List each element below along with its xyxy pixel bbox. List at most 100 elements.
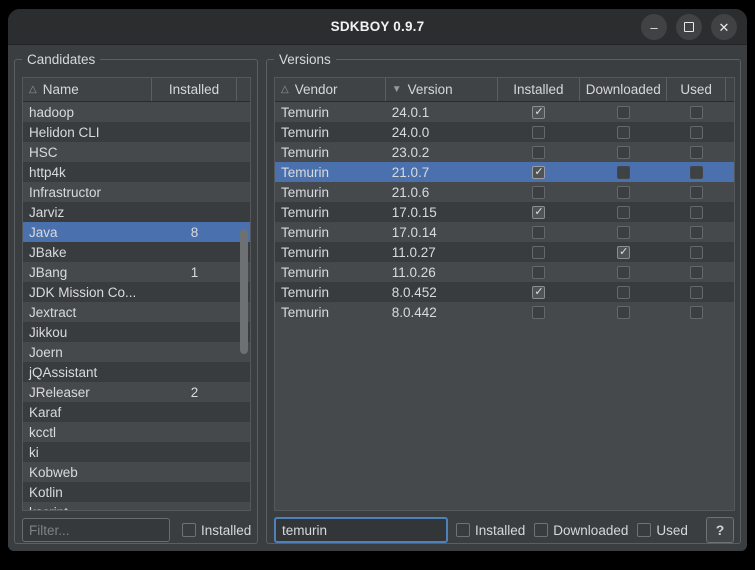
vertical-scrollbar-thumb[interactable] — [240, 229, 248, 354]
table-row[interactable]: JBake — [23, 242, 250, 262]
downloaded-checkbox[interactable] — [617, 186, 630, 199]
column-header-version[interactable]: ▼ Version — [386, 78, 498, 101]
table-row[interactable]: jQAssistant — [23, 362, 250, 382]
help-button[interactable]: ? — [706, 517, 734, 543]
installed-cell — [498, 266, 581, 279]
main-content: Candidates △ Name Installed hadoopHelido… — [8, 45, 747, 551]
used-checkbox[interactable] — [690, 206, 703, 219]
version-number: 8.0.442 — [386, 305, 498, 320]
table-row[interactable]: Infrastructor — [23, 182, 250, 202]
version-vendor: Temurin — [275, 305, 386, 320]
table-row[interactable]: Kotlin — [23, 482, 250, 502]
table-row[interactable]: Temurin21.0.6 — [275, 182, 734, 202]
versions-used-checkbox[interactable] — [637, 523, 651, 537]
candidates-table-body: hadoopHelidon CLIHSChttp4kInfrastructorJ… — [23, 102, 250, 510]
used-checkbox[interactable] — [690, 226, 703, 239]
versions-search-input[interactable] — [274, 517, 448, 543]
installed-checkbox[interactable] — [532, 126, 545, 139]
used-cell — [667, 166, 726, 179]
candidates-filter-input[interactable] — [22, 518, 170, 542]
installed-checkbox[interactable]: ✓ — [532, 206, 545, 219]
column-header-installed[interactable]: Installed — [498, 78, 581, 101]
downloaded-checkbox[interactable] — [617, 146, 630, 159]
version-number: 8.0.452 — [386, 285, 498, 300]
downloaded-checkbox[interactable] — [617, 226, 630, 239]
table-row[interactable]: Temurin23.0.2 — [275, 142, 734, 162]
table-row[interactable]: JReleaser2 — [23, 382, 250, 402]
minimize-button[interactable]: – — [641, 14, 667, 40]
candidate-name: hadoop — [23, 105, 152, 120]
table-row[interactable]: hadoop — [23, 102, 250, 122]
downloaded-checkbox[interactable] — [617, 266, 630, 279]
downloaded-cell — [580, 226, 667, 239]
downloaded-checkbox[interactable] — [617, 126, 630, 139]
downloaded-checkbox[interactable] — [617, 106, 630, 119]
maximize-button[interactable] — [676, 14, 702, 40]
table-row[interactable]: Temurin24.0.0 — [275, 122, 734, 142]
version-number: 17.0.15 — [386, 205, 498, 220]
table-row[interactable]: Jextract — [23, 302, 250, 322]
table-row[interactable]: Temurin8.0.452✓ — [275, 282, 734, 302]
column-header-downloaded[interactable]: Downloaded — [580, 78, 667, 101]
table-row[interactable]: Jarviz — [23, 202, 250, 222]
table-row[interactable]: Temurin24.0.1✓ — [275, 102, 734, 122]
column-header-used[interactable]: Used — [667, 78, 726, 101]
table-row[interactable]: Java8 — [23, 222, 250, 242]
versions-downloaded-checkbox[interactable] — [534, 523, 548, 537]
table-row[interactable]: Jikkou — [23, 322, 250, 342]
used-checkbox[interactable] — [690, 186, 703, 199]
installed-checkbox[interactable] — [532, 266, 545, 279]
app-window: SDKBOY 0.9.7 – ✕ Candidates △ Name — [8, 9, 747, 551]
titlebar[interactable]: SDKBOY 0.9.7 – ✕ — [8, 9, 747, 45]
used-cell — [667, 186, 726, 199]
table-row[interactable]: HSC — [23, 142, 250, 162]
installed-checkbox[interactable] — [532, 306, 545, 319]
column-header-gutter — [726, 78, 734, 101]
table-row[interactable]: Kobweb — [23, 462, 250, 482]
table-row[interactable]: Temurin17.0.14 — [275, 222, 734, 242]
installed-checkbox[interactable] — [532, 246, 545, 259]
table-row[interactable]: Temurin11.0.27✓ — [275, 242, 734, 262]
installed-checkbox[interactable]: ✓ — [532, 286, 545, 299]
close-button[interactable]: ✕ — [711, 14, 737, 40]
downloaded-checkbox[interactable] — [617, 286, 630, 299]
used-checkbox[interactable] — [690, 146, 703, 159]
column-header-vendor[interactable]: △ Vendor — [275, 78, 386, 101]
installed-checkbox[interactable]: ✓ — [532, 166, 545, 179]
table-row[interactable]: Temurin11.0.26 — [275, 262, 734, 282]
table-row[interactable]: JDK Mission Co... — [23, 282, 250, 302]
installed-checkbox[interactable] — [532, 186, 545, 199]
installed-checkbox[interactable]: ✓ — [532, 106, 545, 119]
used-checkbox[interactable] — [690, 266, 703, 279]
table-row[interactable]: Karaf — [23, 402, 250, 422]
version-number: 24.0.1 — [386, 105, 498, 120]
column-header-installed[interactable]: Installed — [152, 78, 237, 101]
table-row[interactable]: Temurin8.0.442 — [275, 302, 734, 322]
used-checkbox[interactable] — [690, 286, 703, 299]
downloaded-checkbox[interactable] — [617, 206, 630, 219]
column-header-name[interactable]: △ Name — [23, 78, 152, 101]
used-cell — [667, 126, 726, 139]
used-checkbox[interactable] — [690, 246, 703, 259]
used-checkbox[interactable] — [690, 126, 703, 139]
table-row[interactable]: Joern — [23, 342, 250, 362]
table-row[interactable]: kcctl — [23, 422, 250, 442]
candidate-installed-count: 1 — [152, 265, 237, 280]
table-row[interactable]: ki — [23, 442, 250, 462]
table-row[interactable]: http4k — [23, 162, 250, 182]
table-row[interactable]: Temurin17.0.15✓ — [275, 202, 734, 222]
table-row[interactable]: Helidon CLI — [23, 122, 250, 142]
candidates-installed-checkbox[interactable] — [182, 523, 196, 537]
table-row[interactable]: JBang1 — [23, 262, 250, 282]
installed-checkbox[interactable] — [532, 226, 545, 239]
table-row[interactable]: kscript — [23, 502, 250, 510]
used-checkbox[interactable] — [690, 166, 703, 179]
downloaded-checkbox[interactable] — [617, 306, 630, 319]
used-checkbox[interactable] — [690, 106, 703, 119]
versions-installed-checkbox[interactable] — [456, 523, 470, 537]
installed-checkbox[interactable] — [532, 146, 545, 159]
downloaded-checkbox[interactable] — [617, 166, 630, 179]
downloaded-checkbox[interactable]: ✓ — [617, 246, 630, 259]
table-row[interactable]: Temurin21.0.7✓ — [275, 162, 734, 182]
used-checkbox[interactable] — [690, 306, 703, 319]
